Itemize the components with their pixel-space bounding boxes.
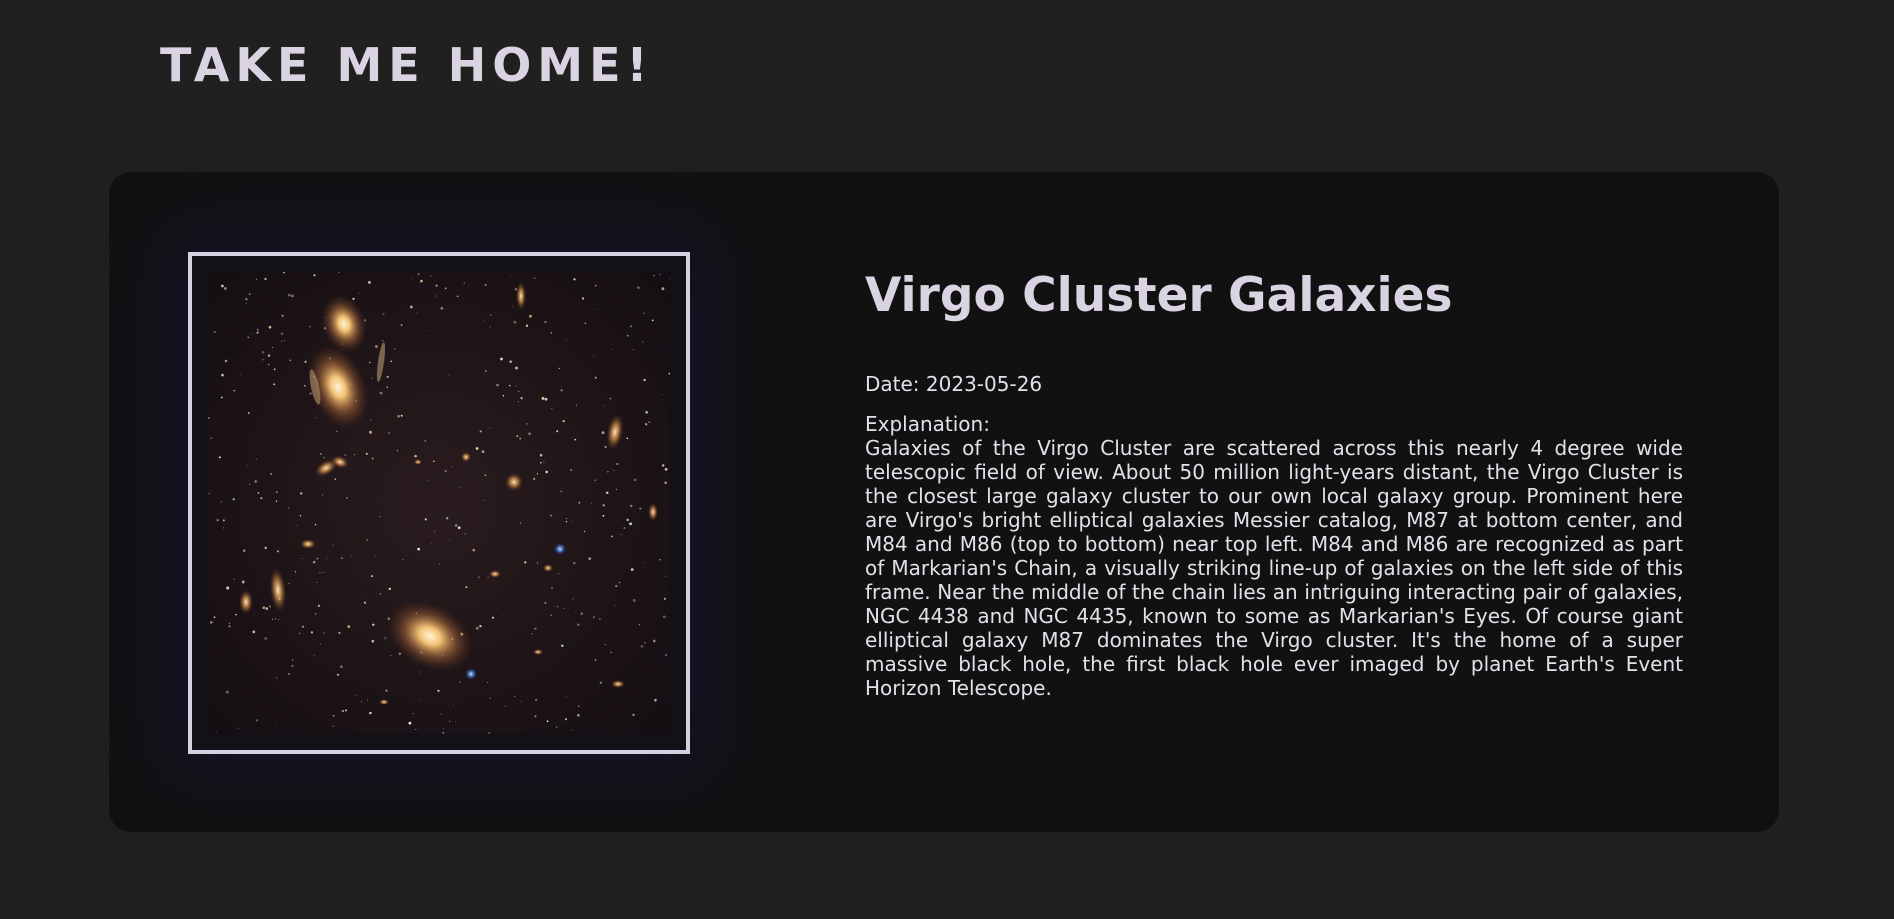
apod-image-frame bbox=[188, 252, 690, 754]
apod-card: Virgo Cluster Galaxies Date: 2023-05-26 … bbox=[109, 172, 1779, 832]
apod-title: Virgo Cluster Galaxies bbox=[865, 268, 1453, 323]
explanation-text: Galaxies of the Virgo Cluster are scatte… bbox=[865, 436, 1683, 701]
explanation-label: Explanation: bbox=[865, 412, 990, 437]
galaxy-image bbox=[208, 272, 670, 734]
home-link[interactable]: TAKE ME HOME! bbox=[160, 38, 653, 92]
date-value: 2023-05-26 bbox=[925, 372, 1043, 397]
date-line: Date: 2023-05-26 bbox=[865, 372, 1683, 396]
apod-info: Virgo Cluster Galaxies Date: 2023-05-26 … bbox=[865, 265, 1683, 700]
date-label: Date: bbox=[865, 372, 920, 397]
